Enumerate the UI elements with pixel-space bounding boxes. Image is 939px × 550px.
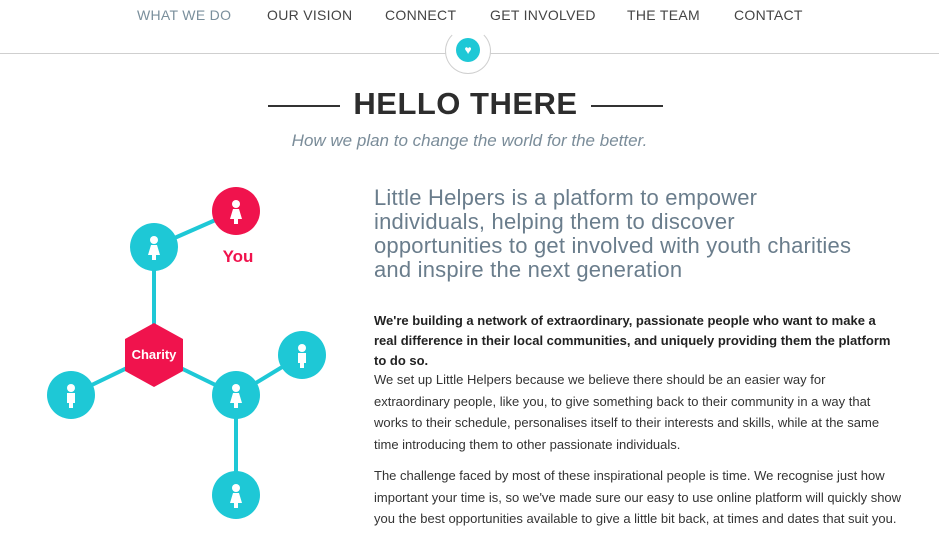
nav-item-connect[interactable]: CONNECT bbox=[385, 7, 456, 23]
person-node-left bbox=[47, 371, 95, 419]
nav-item-our-vision[interactable]: OUR VISION bbox=[267, 7, 352, 23]
heading-rule-right bbox=[591, 105, 663, 107]
nav-item-the-team[interactable]: THE TEAM bbox=[627, 7, 700, 23]
person-node-center bbox=[212, 371, 260, 419]
page-title: HELLO THERE bbox=[353, 86, 578, 121]
network-diagram: You Charity bbox=[47, 187, 326, 519]
nav-item-contact[interactable]: CONTACT bbox=[734, 7, 803, 23]
you-label: You bbox=[223, 247, 254, 266]
charity-label: Charity bbox=[132, 347, 178, 362]
body-paragraph-2: The challenge faced by most of these ins… bbox=[374, 468, 902, 526]
person-node-bottom bbox=[212, 471, 260, 519]
tagline: How we plan to change the world for the … bbox=[291, 131, 648, 150]
person-node-you bbox=[212, 187, 260, 235]
intro-bold: We're building a network of extraordinar… bbox=[374, 313, 891, 368]
heart-icon: ♥ bbox=[456, 38, 480, 62]
person-node-right bbox=[278, 331, 326, 379]
person-node-top bbox=[130, 223, 178, 271]
body-paragraph-1: We set up Little Helpers because we beli… bbox=[374, 372, 880, 452]
heart-badge: ♥ bbox=[445, 28, 491, 74]
intro-lead: Little Helpers is a platform to empower … bbox=[374, 185, 852, 282]
nav-item-what-we-do[interactable]: WHAT WE DO bbox=[137, 7, 231, 23]
charity-node: Charity bbox=[125, 323, 183, 387]
nav-item-get-involved[interactable]: GET INVOLVED bbox=[490, 7, 596, 23]
network-links bbox=[70, 209, 304, 495]
hero-heading: HELLO THERE bbox=[268, 86, 663, 126]
